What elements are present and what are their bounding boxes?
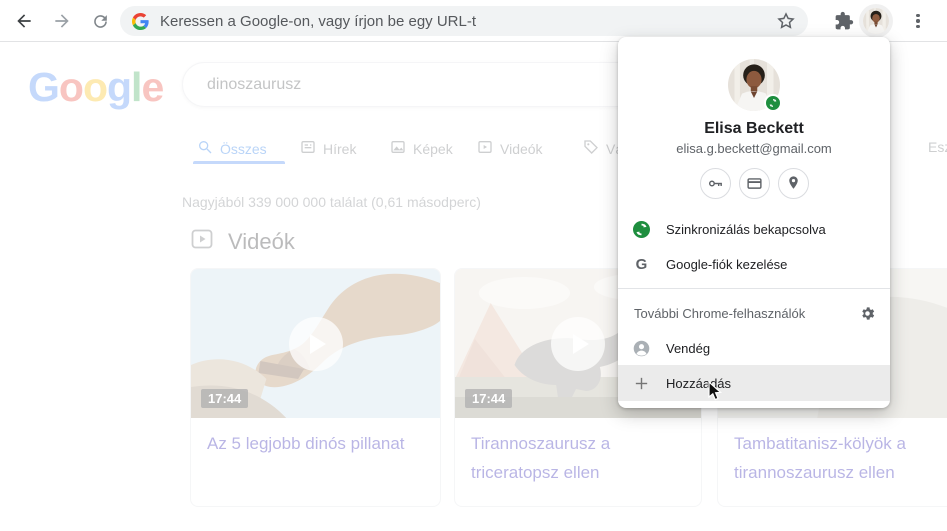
three-dots-icon [916, 12, 920, 31]
tab-active-underline [193, 161, 285, 164]
menu-item-label: Google-fiók kezelése [666, 256, 788, 272]
play-button[interactable] [551, 316, 605, 371]
profile-avatar-large [728, 59, 782, 112]
back-arrow-icon [17, 14, 31, 28]
profile-name: Elisa Beckett [704, 120, 804, 137]
video-icon [477, 139, 493, 158]
videos-heading-label: Videók [228, 229, 295, 254]
passwords-button[interactable] [699, 168, 731, 199]
search-icon [197, 139, 213, 158]
video-duration: 17:44 [201, 389, 249, 408]
menu-item-label: Vendég [666, 340, 711, 356]
browser-menu-button[interactable] [906, 9, 930, 33]
menu-divider [618, 288, 890, 289]
other-profiles-section-header: További Chrome-felhasználók [618, 299, 890, 327]
key-icon [708, 180, 722, 187]
google-logo: Google [28, 64, 164, 111]
google-g-icon [132, 12, 149, 30]
profile-email: elisa.g.beckett@gmail.com [676, 141, 832, 156]
address-bar[interactable]: Keressen a Google-on, vagy írjon be egy … [120, 6, 808, 36]
videos-section-heading: Videók [190, 227, 295, 257]
search-query-text: dinoszaurusz [207, 75, 302, 93]
tab-kepek[interactable]: Képek [390, 139, 453, 158]
logo-letter: o [58, 64, 84, 110]
refresh-icon [93, 14, 107, 28]
tab-label: Hírek [323, 140, 357, 157]
play-icon [572, 333, 589, 354]
tab-label: Összes [220, 140, 267, 157]
video-card[interactable]: 17:44 Az 5 legjobb dinós pillanat [190, 268, 441, 507]
mouse-cursor [708, 380, 724, 408]
address-bar-placeholder: Keressen a Google-on, vagy írjon be egy … [160, 12, 477, 30]
play-button[interactable] [288, 316, 343, 371]
menu-item-label: Szinkronizálás bekapcsolva [666, 221, 826, 237]
news-icon [300, 139, 316, 158]
logo-letter: g [107, 64, 132, 110]
video-title-link[interactable]: Tirannoszaurusz a triceratopsz ellen [455, 418, 701, 506]
result-stats: Nagyjából 339 000 000 találat (0,61 máso… [182, 194, 481, 210]
payment-methods-button[interactable] [738, 168, 770, 199]
video-duration: 17:44 [465, 389, 513, 408]
logo-letter: e [141, 64, 164, 110]
play-icon [310, 333, 326, 354]
tab-eszkozok[interactable]: Eszközök [928, 139, 947, 155]
logo-letter: l [131, 64, 142, 110]
sync-on-badge-icon [764, 94, 782, 112]
browser-toolbar: Keressen a Google-on, vagy írjon be egy … [0, 0, 947, 42]
profile-shortcuts [618, 168, 890, 199]
video-title-link[interactable]: Tambatitanisz-kölyök a tirannoszaurusz e… [718, 418, 947, 506]
tab-label: Eszközök [928, 139, 947, 155]
refresh-button[interactable] [88, 9, 112, 33]
avatar-image [863, 8, 889, 34]
logo-letter: o [82, 64, 108, 110]
menu-item-manage-account[interactable]: G Google-fiók kezelése [618, 246, 890, 282]
forward-button[interactable] [50, 9, 74, 33]
images-icon [390, 139, 406, 158]
tab-hirek[interactable]: Hírek [300, 139, 356, 158]
logo-letter: G [28, 64, 60, 110]
menu-item-guest[interactable]: Vendég [618, 330, 890, 366]
profile-avatar-button[interactable] [863, 8, 889, 34]
browser-window: Google dinoszaurusz Összes Hírek Képek V… [0, 0, 947, 531]
profile-menu-popup: Elisa Beckett elisa.g.beckett@gmail.com … [618, 37, 890, 408]
menu-item-sync-status[interactable]: Szinkronizálás bekapcsolva [618, 211, 890, 247]
video-thumbnail[interactable]: 17:44 [191, 269, 440, 418]
menu-item-add-person[interactable]: Hozzáadás [618, 365, 890, 401]
sync-on-icon [633, 220, 650, 238]
bookmark-star-icon[interactable] [776, 11, 796, 31]
extensions-puzzle-icon[interactable] [834, 11, 854, 31]
shopping-tag-icon [583, 139, 599, 158]
forward-arrow-icon [55, 14, 69, 28]
plus-icon [633, 375, 650, 392]
tab-label: Képek [413, 140, 453, 157]
gear-icon[interactable] [859, 305, 876, 322]
video-section-icon [190, 227, 214, 257]
tab-osszes[interactable]: Összes [197, 139, 267, 158]
addresses-button[interactable] [777, 168, 809, 199]
tab-label: Videók [500, 140, 543, 157]
guest-person-icon [633, 340, 650, 357]
video-title-link[interactable]: Az 5 legjobb dinós pillanat [191, 418, 440, 506]
location-pin-icon [788, 176, 798, 189]
back-button[interactable] [12, 9, 36, 33]
tab-videok[interactable]: Videók [477, 139, 543, 158]
google-g-gray-icon: G [635, 255, 648, 273]
credit-card-icon [746, 178, 762, 189]
section-label: További Chrome-felhasználók [634, 305, 806, 321]
